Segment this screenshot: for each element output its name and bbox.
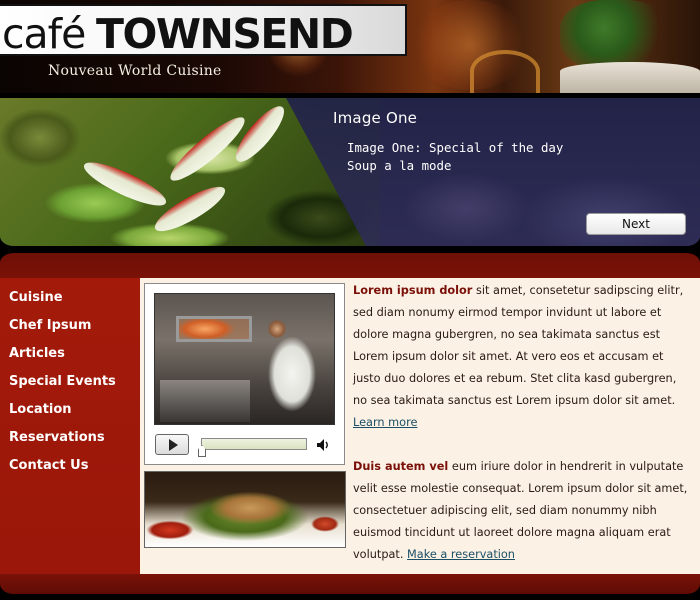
- reservation-paragraph: Duis autem vel eum iriure dolor in hendr…: [353, 456, 693, 566]
- next-button[interactable]: Next: [586, 213, 686, 235]
- sidebar-item-articles[interactable]: Articles: [9, 346, 65, 361]
- learn-more-link[interactable]: Learn more: [353, 416, 417, 429]
- make-reservation-link[interactable]: Make a reservation: [407, 548, 515, 561]
- apple-slice-image: [229, 100, 291, 168]
- sidebar-item-special-events[interactable]: Special Events: [9, 374, 116, 389]
- logo-name-text: TOWNSEND: [96, 10, 354, 58]
- speaker-icon[interactable]: [316, 437, 330, 451]
- content-top-border: [0, 253, 700, 278]
- restaurant-table-image: [560, 62, 700, 93]
- slide-description: Image One: Special of the day: [347, 140, 564, 155]
- logo-cafe-text: café: [2, 10, 86, 58]
- play-icon: [169, 439, 178, 451]
- logo[interactable]: café TOWNSEND: [0, 4, 407, 56]
- sidebar-item-cuisine[interactable]: Cuisine: [9, 290, 63, 305]
- slide-title: Image One: [333, 109, 418, 127]
- apple-slice-image: [79, 155, 171, 213]
- sidebar-item-location[interactable]: Location: [9, 402, 72, 417]
- slide-subtitle: Soup a la mode: [347, 158, 452, 173]
- apple-slice-image: [149, 179, 231, 239]
- paragraph-text: sit amet, consetetur sadipscing elitr, s…: [353, 284, 684, 407]
- seek-bar[interactable]: [201, 438, 307, 450]
- restaurant-plants-image: [560, 0, 670, 70]
- tagline: Nouveau World Cuisine: [48, 63, 222, 79]
- paragraph-text: eum iriure dolor in hendrerit in vulputa…: [353, 460, 688, 561]
- header: café TOWNSEND Nouveau World Cuisine: [0, 0, 700, 93]
- paragraph-lead: Lorem ipsum dolor: [353, 284, 473, 297]
- restaurant-chair-image: [470, 50, 540, 93]
- sidebar-item-chef-ipsum[interactable]: Chef Ipsum: [9, 318, 91, 333]
- food-photo: [144, 471, 346, 548]
- intro-paragraph: Lorem ipsum dolor sit amet, consetetur s…: [353, 280, 693, 434]
- play-button[interactable]: [155, 434, 189, 455]
- paragraph-lead: Duis autem vel: [353, 460, 449, 473]
- content-bottom-border: [0, 574, 700, 594]
- kitchen-stove-image: [160, 380, 250, 422]
- sidebar-item-reservations[interactable]: Reservations: [9, 430, 105, 445]
- kitchen-hood-image: [176, 316, 252, 342]
- sidebar-item-contact-us[interactable]: Contact Us: [9, 458, 88, 473]
